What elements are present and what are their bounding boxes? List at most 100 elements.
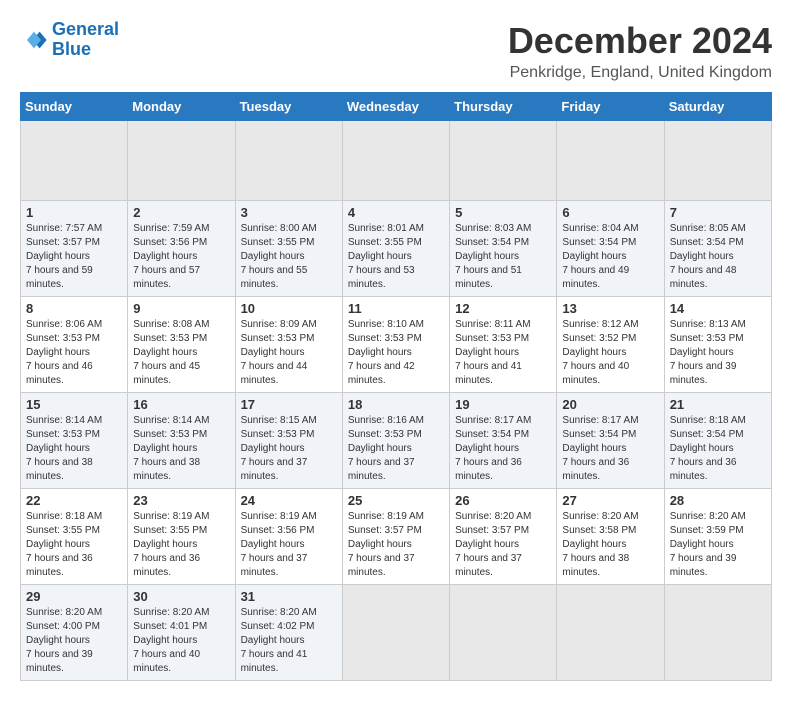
day-info: Sunrise: 8:12 AMSunset: 3:52 PMDaylight …	[562, 319, 638, 386]
day-info: Sunrise: 8:20 AMSunset: 4:01 PMDaylight …	[133, 607, 209, 674]
calendar-cell: 29 Sunrise: 8:20 AMSunset: 4:00 PMDayligh…	[21, 585, 128, 681]
logo: General Blue	[20, 20, 119, 60]
day-info: Sunrise: 8:15 AMSunset: 3:53 PMDaylight …	[241, 415, 317, 482]
calendar-cell	[557, 585, 664, 681]
day-info: Sunrise: 8:13 AMSunset: 3:53 PMDaylight …	[670, 319, 746, 386]
col-header-sunday: Sunday	[21, 93, 128, 121]
logo-text: General Blue	[52, 20, 119, 60]
day-number: 15	[26, 397, 122, 412]
day-info: Sunrise: 8:00 AMSunset: 3:55 PMDaylight …	[241, 223, 317, 290]
col-header-friday: Friday	[557, 93, 664, 121]
calendar-cell: 4 Sunrise: 8:01 AMSunset: 3:55 PMDaylight…	[342, 201, 449, 297]
day-number: 25	[348, 493, 444, 508]
calendar-cell: 1 Sunrise: 7:57 AMSunset: 3:57 PMDaylight…	[21, 201, 128, 297]
day-info: Sunrise: 8:16 AMSunset: 3:53 PMDaylight …	[348, 415, 424, 482]
day-info: Sunrise: 8:09 AMSunset: 3:53 PMDaylight …	[241, 319, 317, 386]
day-info: Sunrise: 8:20 AMSunset: 3:59 PMDaylight …	[670, 511, 746, 578]
logo-line2: Blue	[52, 39, 91, 59]
day-number: 7	[670, 205, 766, 220]
day-number: 10	[241, 301, 337, 316]
calendar-cell: 13 Sunrise: 8:12 AMSunset: 3:52 PMDayligh…	[557, 297, 664, 393]
day-info: Sunrise: 8:20 AMSunset: 4:00 PMDaylight …	[26, 607, 102, 674]
day-number: 9	[133, 301, 229, 316]
calendar-cell: 28 Sunrise: 8:20 AMSunset: 3:59 PMDayligh…	[664, 489, 771, 585]
day-number: 13	[562, 301, 658, 316]
day-info: Sunrise: 8:06 AMSunset: 3:53 PMDaylight …	[26, 319, 102, 386]
day-info: Sunrise: 8:14 AMSunset: 3:53 PMDaylight …	[133, 415, 209, 482]
calendar-cell: 27 Sunrise: 8:20 AMSunset: 3:58 PMDayligh…	[557, 489, 664, 585]
day-number: 20	[562, 397, 658, 412]
day-number: 2	[133, 205, 229, 220]
day-number: 16	[133, 397, 229, 412]
day-info: Sunrise: 8:01 AMSunset: 3:55 PMDaylight …	[348, 223, 424, 290]
calendar-cell: 15Sunrise: 8:14 AMSunset: 3:53 PMDayligh…	[21, 393, 128, 489]
calendar-cell: 2 Sunrise: 7:59 AMSunset: 3:56 PMDaylight…	[128, 201, 235, 297]
calendar-cell: 23Sunrise: 8:19 AMSunset: 3:55 PMDayligh…	[128, 489, 235, 585]
day-number: 26	[455, 493, 551, 508]
day-info: Sunrise: 8:17 AMSunset: 3:54 PMDaylight …	[455, 415, 531, 482]
day-number: 31	[241, 589, 337, 604]
calendar-cell	[450, 585, 557, 681]
calendar-cell: 25 Sunrise: 8:19 AMSunset: 3:57 PMDayligh…	[342, 489, 449, 585]
day-info: Sunrise: 7:59 AMSunset: 3:56 PMDaylight …	[133, 223, 209, 290]
col-header-saturday: Saturday	[664, 93, 771, 121]
day-number: 11	[348, 301, 444, 316]
calendar-cell	[664, 121, 771, 201]
day-number: 22	[26, 493, 122, 508]
calendar-cell: 26Sunrise: 8:20 AMSunset: 3:57 PMDayligh…	[450, 489, 557, 585]
calendar-cell: 19Sunrise: 8:17 AMSunset: 3:54 PMDayligh…	[450, 393, 557, 489]
col-header-tuesday: Tuesday	[235, 93, 342, 121]
day-number: 21	[670, 397, 766, 412]
day-number: 5	[455, 205, 551, 220]
calendar-cell	[342, 585, 449, 681]
calendar-cell: 31Sunrise: 8:20 AMSunset: 4:02 PMDayligh…	[235, 585, 342, 681]
calendar-cell: 18 Sunrise: 8:16 AMSunset: 3:53 PMDayligh…	[342, 393, 449, 489]
title-block: December 2024 Penkridge, England, United…	[508, 20, 772, 82]
col-header-thursday: Thursday	[450, 93, 557, 121]
day-number: 1	[26, 205, 122, 220]
calendar-cell	[450, 121, 557, 201]
calendar-cell: 5Sunrise: 8:03 AMSunset: 3:54 PMDaylight…	[450, 201, 557, 297]
calendar-cell	[664, 585, 771, 681]
day-number: 12	[455, 301, 551, 316]
calendar-cell	[342, 121, 449, 201]
day-info: Sunrise: 8:19 AMSunset: 3:57 PMDaylight …	[348, 511, 424, 578]
day-info: Sunrise: 8:04 AMSunset: 3:54 PMDaylight …	[562, 223, 638, 290]
calendar-cell: 16 Sunrise: 8:14 AMSunset: 3:53 PMDayligh…	[128, 393, 235, 489]
day-info: Sunrise: 8:18 AMSunset: 3:54 PMDaylight …	[670, 415, 746, 482]
location: Penkridge, England, United Kingdom	[508, 64, 772, 82]
day-info: Sunrise: 8:19 AMSunset: 3:56 PMDaylight …	[241, 511, 317, 578]
day-info: Sunrise: 8:08 AMSunset: 3:53 PMDaylight …	[133, 319, 209, 386]
col-header-monday: Monday	[128, 93, 235, 121]
calendar-week-row: 15 Sunrise: 8:14 AMSunset: 3:53 PMDayligh…	[21, 393, 772, 489]
logo-icon	[20, 26, 48, 54]
calendar-cell: 17Sunrise: 8:15 AMSunset: 3:53 PMDayligh…	[235, 393, 342, 489]
logo-line1: General	[52, 19, 119, 39]
calendar-cell: 9 Sunrise: 8:08 AMSunset: 3:53 PMDaylight…	[128, 297, 235, 393]
calendar-week-row: 1 Sunrise: 7:57 AMSunset: 3:57 PMDaylight…	[21, 201, 772, 297]
calendar-cell: 22 Sunrise: 8:18 AMSunset: 3:55 PMDayligh…	[21, 489, 128, 585]
col-header-wednesday: Wednesday	[342, 93, 449, 121]
calendar-cell: 6 Sunrise: 8:04 AMSunset: 3:54 PMDaylight…	[557, 201, 664, 297]
day-number: 4	[348, 205, 444, 220]
day-info: Sunrise: 8:20 AMSunset: 3:58 PMDaylight …	[562, 511, 638, 578]
calendar-cell: 21 Sunrise: 8:18 AMSunset: 3:54 PMDayligh…	[664, 393, 771, 489]
calendar-cell	[557, 121, 664, 201]
day-info: Sunrise: 8:18 AMSunset: 3:55 PMDaylight …	[26, 511, 102, 578]
calendar-table: SundayMondayTuesdayWednesdayThursdayFrid…	[20, 92, 772, 681]
day-info: Sunrise: 7:57 AMSunset: 3:57 PMDaylight …	[26, 223, 102, 290]
calendar-cell: 11Sunrise: 8:10 AMSunset: 3:53 PMDayligh…	[342, 297, 449, 393]
day-number: 29	[26, 589, 122, 604]
day-number: 27	[562, 493, 658, 508]
header-row: SundayMondayTuesdayWednesdayThursdayFrid…	[21, 93, 772, 121]
calendar-cell: 3Sunrise: 8:00 AMSunset: 3:55 PMDaylight…	[235, 201, 342, 297]
day-number: 6	[562, 205, 658, 220]
day-number: 18	[348, 397, 444, 412]
day-number: 30	[133, 589, 229, 604]
day-number: 24	[241, 493, 337, 508]
calendar-cell	[21, 121, 128, 201]
page-header: General Blue December 2024 Penkridge, En…	[20, 20, 772, 82]
calendar-cell	[128, 121, 235, 201]
day-number: 28	[670, 493, 766, 508]
calendar-cell: 30 Sunrise: 8:20 AMSunset: 4:01 PMDayligh…	[128, 585, 235, 681]
